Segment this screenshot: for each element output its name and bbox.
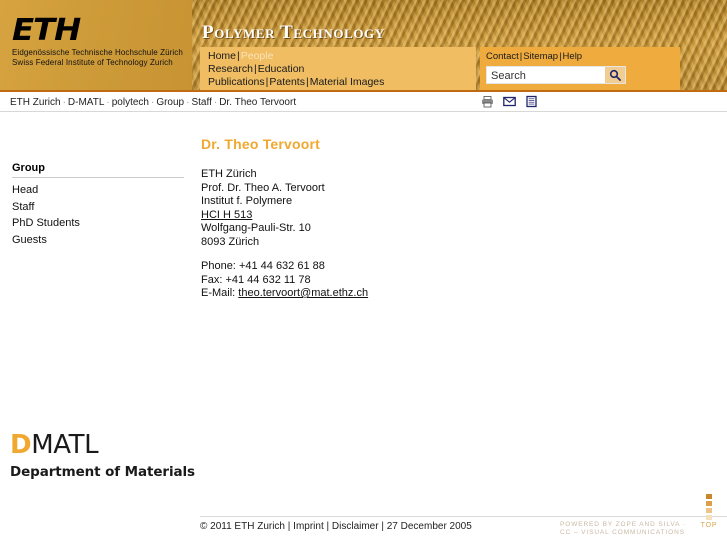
sidebar-item-staff[interactable]: Staff [12,199,184,216]
utility-link-contact[interactable]: Contact [486,51,519,62]
email-link[interactable]: theo.tervoort@mat.ethz.ch [238,287,368,299]
sidebar-item-guests[interactable]: Guests [12,232,184,249]
phone-label: Phone: [201,260,236,272]
breadcrumb-item-staff[interactable]: Staff [191,97,211,108]
address-block: ETH Zürich Prof. Dr. Theo A. Tervoort In… [201,168,641,249]
footer-date: 27 December 2005 [386,521,472,532]
dmatl-rest: MATL [31,430,99,460]
utility-links-row: Contact|Sitemap|Help [486,51,582,62]
powered-by-line-1: POWERED BY ZOPE AND SILVA · [560,521,686,528]
footer-left: © 2011 ETH Zurich | Imprint | Disclaimer… [200,521,472,532]
footer-powered-by: POWERED BY ZOPE AND SILVA · CC – VISUAL … [560,521,685,537]
fax-value: +41 44 632 11 78 [225,273,311,286]
primary-navigation: Home|People Research|Education Publicati… [200,47,476,90]
dmatl-initial: D [10,430,32,460]
nav-row-1: Home|People [208,50,273,62]
print-icon[interactable] [481,95,494,108]
breadcrumb-item-current: Dr. Theo Tervoort [219,97,297,108]
breadcrumb-bar: ETH Zurich · D-MATL · polytech · Group · Staff · D… [0,92,727,112]
nav-item-patents[interactable]: Patents [269,76,305,88]
back-to-top[interactable]: TOP [697,494,721,529]
address-line-room: HCI H 513 [201,209,641,223]
dmatl-wordmark: DMATL [10,430,195,460]
sidebar: Group Head Staff PhD Students Guests [12,162,184,248]
footer-separator: | [287,521,291,532]
site-title: Polymer Technology [202,22,385,43]
nav-item-home[interactable]: Home [208,50,236,62]
dmatl-subtitle: Department of Materials [10,464,195,480]
utility-link-sitemap[interactable]: Sitemap [523,51,558,62]
footer-separator: | [326,521,330,532]
footer-link-imprint[interactable]: Imprint [293,521,324,532]
footer-copyright: © 2011 ETH Zurich [200,521,285,532]
eth-logo-english-name: Swiss Federal Institute of Technology Zu… [12,58,173,67]
address-line-department: Institut f. Polymere [201,195,293,207]
main-content: Dr. Theo Tervoort ETH Zürich Prof. Dr. T… [201,136,641,301]
breadcrumb-item-group[interactable]: Group [156,97,184,108]
breadcrumb-item-eth-zurich[interactable]: ETH Zurich [10,97,61,108]
eth-wordmark: ETH [12,13,81,48]
breadcrumb: ETH Zurich · D-MATL · polytech · Group · Staff · D… [10,97,296,108]
contact-email: E-Mail: theo.tervoort@mat.ethz.ch [201,287,641,301]
breadcrumb-separator: · [106,97,110,108]
nav-item-people[interactable]: People [241,50,274,62]
contact-fax: Fax: +41 44 632 11 78 [201,274,641,288]
footer-link-disclaimer[interactable]: Disclaimer [332,521,379,532]
fax-label: Fax: [201,273,223,286]
nav-item-education[interactable]: Education [258,63,305,75]
eth-logo-german-name: Eidgenössische Technische Hochschule Zür… [12,48,183,57]
nav-item-material-images[interactable]: Material Images [310,76,385,88]
sidebar-item-phd-students[interactable]: PhD Students [12,215,184,232]
footer-separator: | [381,521,384,532]
search-input[interactable] [487,67,605,83]
search-icon [609,69,621,81]
utility-link-help[interactable]: Help [563,51,583,62]
breadcrumb-separator: · [62,97,66,108]
phone-value: +41 44 632 61 88 [238,260,325,272]
breadcrumb-tools [481,95,538,108]
page-title: Dr. Theo Tervoort [201,136,321,152]
contact-phone: Phone: +41 44 632 61 88 [201,260,641,274]
powered-by-line-2: CC – VISUAL COMMUNICATIONS [560,529,685,536]
utility-navigation: Contact|Sitemap|Help [480,47,680,90]
nav-row-3: Publications|Patents|Material Images [208,76,384,88]
room-link[interactable]: HCI H 513 [201,209,252,221]
eth-logo-block[interactable]: ETH Eidgenössische Technische Hochschule… [0,0,192,90]
dmatl-logo: DMATL Department of Materials [10,430,195,480]
sidebar-title: Group [12,162,184,178]
address-line-person: Prof. Dr. Theo A. Tervoort [201,181,325,194]
nav-item-research[interactable]: Research [208,63,253,75]
footer-divider [200,516,727,517]
site-header: ETH Eidgenössische Technische Hochschule… [0,0,727,92]
sidebar-item-head[interactable]: Head [12,182,184,199]
nav-row-2: Research|Education [208,63,304,75]
breadcrumb-item-polytech[interactable]: polytech [112,97,149,108]
address-line-institution: ETH Zürich [201,168,257,180]
page-icon[interactable] [525,95,538,108]
search-box [486,66,626,84]
email-label: E-Mail: [201,287,236,299]
address-line-street: Wolfgang-Pauli-Str. 10 [201,222,311,234]
email-icon[interactable] [503,95,516,108]
contact-block: Phone: +41 44 632 61 88 Fax: +41 44 632 … [201,260,641,301]
nav-item-publications[interactable]: Publications [208,76,265,88]
top-label[interactable]: TOP [697,522,721,529]
top-arrow-icon [697,494,721,520]
breadcrumb-item-d-matl[interactable]: D-MATL [68,97,104,108]
search-button[interactable] [605,67,625,83]
address-line-city: 8093 Zürich [201,235,260,248]
